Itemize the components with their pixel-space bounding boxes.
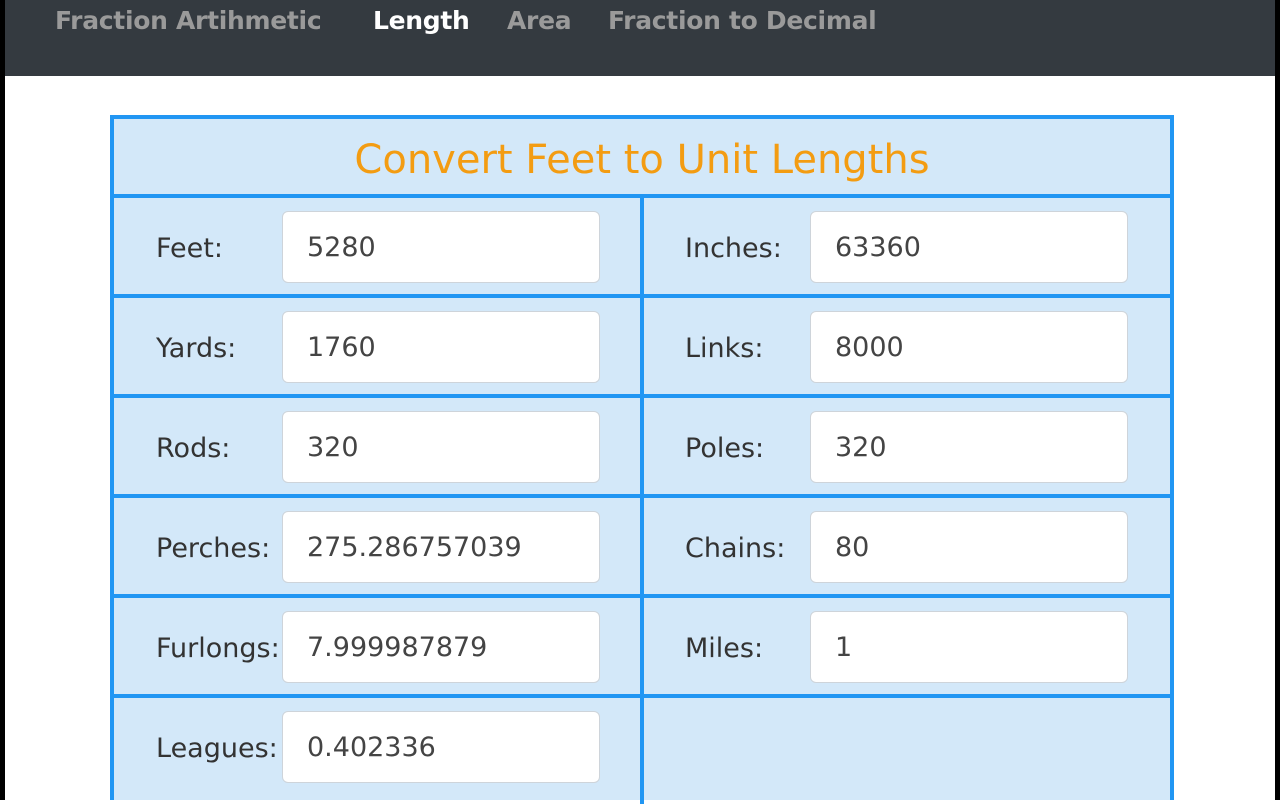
column-divider [640,198,644,804]
inches-label: Inches: [685,233,782,264]
links-label: Links: [685,333,764,364]
nav-link-fraction-to-decimal[interactable]: Fraction to Decimal [608,6,877,35]
feet-input[interactable] [282,211,600,283]
yards-input[interactable] [282,311,600,383]
rods-input[interactable] [282,411,600,483]
links-input[interactable] [810,311,1128,383]
feet-converter-panel: Convert Feet to Unit Lengths Feet: Inche… [110,115,1174,804]
furlongs-input[interactable] [282,611,600,683]
chains-input[interactable] [810,511,1128,583]
yards-label: Yards: [156,333,237,364]
converter-title: Convert Feet to Unit Lengths [354,137,930,183]
poles-input[interactable] [810,411,1128,483]
leagues-input[interactable] [282,711,600,783]
nav-link-area[interactable]: Area [507,6,572,35]
leagues-label: Leagues: [156,733,278,764]
perches-label: Perches: [156,533,271,564]
miles-label: Miles: [685,633,764,664]
furlongs-label: Furlongs: [156,633,280,664]
rods-label: Rods: [156,433,231,464]
inches-input[interactable] [810,211,1128,283]
perches-input[interactable] [282,511,600,583]
nav-link-length[interactable]: Length [373,6,470,35]
nav-link-fraction-arithmetic[interactable]: Fraction Artihmetic [55,6,322,35]
feet-label: Feet: [156,233,223,264]
title-row: Convert Feet to Unit Lengths [114,119,1170,198]
poles-label: Poles: [685,433,765,464]
top-navbar: Fraction Artihmetic Length Area Fraction… [5,0,1275,76]
miles-input[interactable] [810,611,1128,683]
chains-label: Chains: [685,533,786,564]
